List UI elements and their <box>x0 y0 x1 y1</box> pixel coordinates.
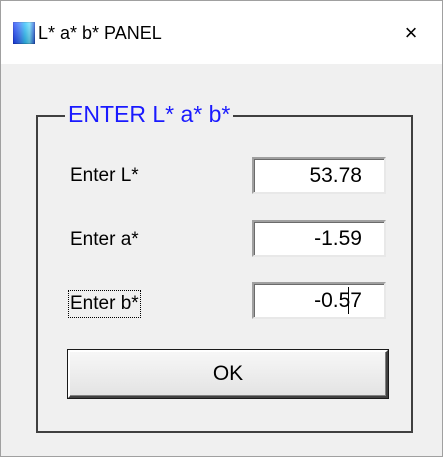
enter-b-label: Enter b* <box>68 290 141 318</box>
enter-l-label: Enter L* <box>70 165 139 186</box>
close-button[interactable]: × <box>380 1 442 64</box>
text-caret <box>348 287 349 314</box>
close-icon: × <box>404 19 418 45</box>
ok-button-label: OK <box>212 362 244 385</box>
title-bar[interactable]: L* a* b* PANEL × <box>1 1 442 64</box>
enter-a-label: Enter a* <box>70 229 139 250</box>
app-icon <box>13 22 35 44</box>
groupbox-title: ENTER L* a* b* <box>65 100 234 128</box>
b-value-input[interactable] <box>252 282 386 319</box>
ok-button[interactable]: OK <box>68 350 388 398</box>
l-value-input[interactable] <box>252 157 386 194</box>
window-title: L* a* b* PANEL <box>38 23 162 43</box>
a-value-input[interactable] <box>252 220 386 257</box>
